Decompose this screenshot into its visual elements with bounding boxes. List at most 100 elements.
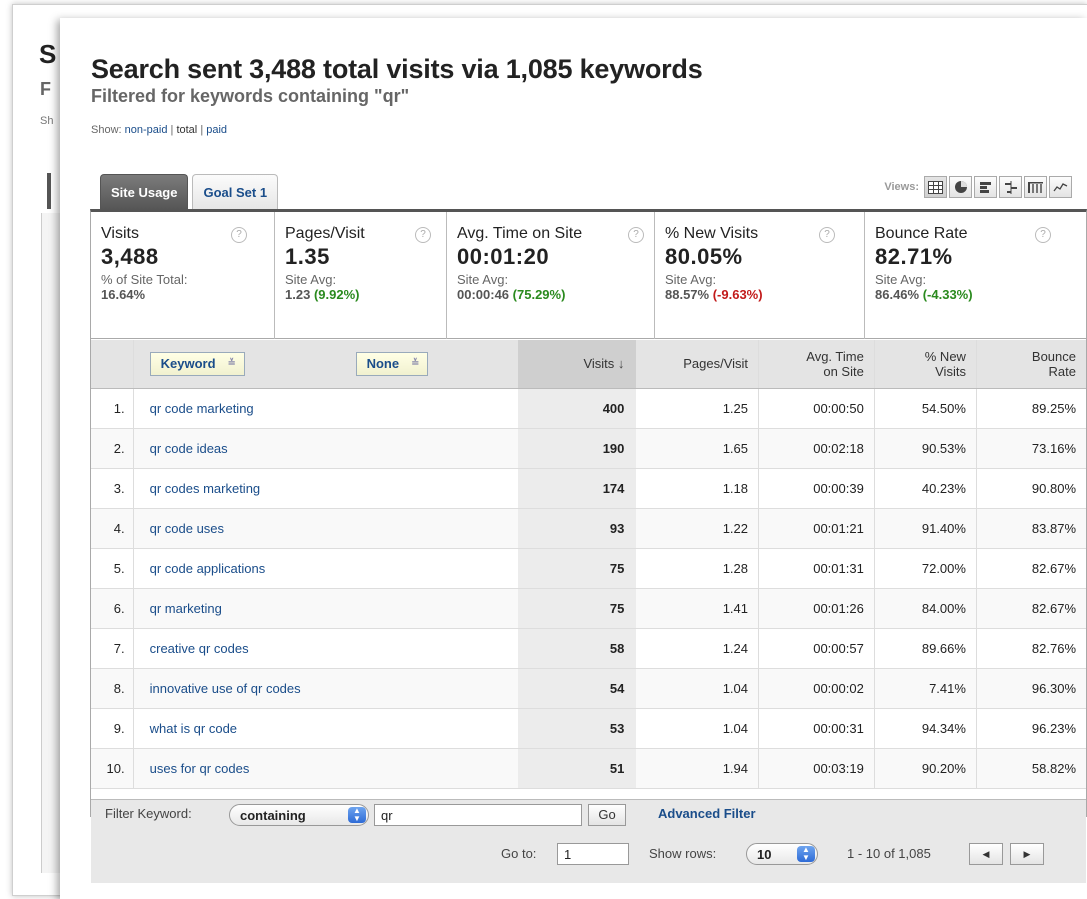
visits-cell: 75 bbox=[518, 588, 637, 629]
chevron-left-icon: ◀ bbox=[982, 849, 990, 859]
table-footer: Filter Keyword: containing ▲ ▼ qr Go Adva… bbox=[91, 799, 1086, 883]
help-icon[interactable]: ? bbox=[1035, 227, 1051, 243]
advanced-filter-link[interactable]: Advanced Filter bbox=[658, 806, 756, 821]
table-row: 4. qr code uses 93 1.22 00:01:21 91.40% 83.87% bbox=[91, 508, 1086, 549]
keyword-link[interactable]: qr code applications bbox=[150, 561, 266, 576]
performance-view-button[interactable] bbox=[974, 176, 997, 198]
show-non-paid-link[interactable]: non-paid bbox=[125, 124, 168, 136]
metric-delta: (9.92%) bbox=[313, 287, 360, 302]
help-icon[interactable]: ? bbox=[231, 227, 247, 243]
background-subtitle-fragment: F bbox=[40, 79, 51, 99]
metric-average-value: 86.46% bbox=[875, 287, 920, 302]
metric-avg-time[interactable]: Avg. Time on Site 00:01:20 Site Avg: 00:… bbox=[447, 212, 655, 339]
keyword-link[interactable]: qr marketing bbox=[150, 601, 222, 616]
sparkline-view-button[interactable] bbox=[1049, 176, 1072, 198]
table-view-button[interactable] bbox=[924, 176, 947, 198]
show-rows-select[interactable]: 10 ▲ ▼ bbox=[746, 843, 818, 865]
avg-time-cell: 00:01:31 bbox=[758, 548, 875, 589]
avg-time-column-header[interactable]: Avg. Time on Site bbox=[758, 340, 875, 389]
goto-page-input[interactable]: 1 bbox=[557, 843, 629, 865]
metrics-scorecard: Visits 3,488 % of Site Total: 16.64% ? P… bbox=[91, 212, 1086, 339]
help-icon[interactable]: ? bbox=[628, 227, 644, 243]
next-page-button[interactable]: ▶ bbox=[1010, 843, 1044, 865]
keyword-cell: uses for qr codes bbox=[133, 748, 519, 789]
pages-visit-cell: 1.24 bbox=[636, 628, 760, 669]
show-rows-label: Show rows: bbox=[649, 846, 717, 861]
pivot-view-button[interactable] bbox=[1024, 176, 1047, 198]
new-visits-cell: 40.23% bbox=[874, 468, 977, 509]
metric-pages-visit[interactable]: Pages/Visit 1.35 Site Avg: 1.23 (9.92%) … bbox=[275, 212, 447, 339]
tab-goal-set-1[interactable]: Goal Set 1 bbox=[192, 174, 279, 210]
keyword-cell: creative qr codes bbox=[133, 628, 519, 669]
new-visits-cell: 94.34% bbox=[874, 708, 977, 749]
table-row: 7. creative qr codes 58 1.24 00:00:57 89.66% 8… bbox=[91, 628, 1086, 669]
row-index: 2. bbox=[91, 428, 134, 469]
table-header-row: Keyword ≚ None ≚ Visits ↓ Pages/Visit Avg.… bbox=[91, 340, 1086, 389]
keyword-link[interactable]: what is qr code bbox=[150, 721, 237, 736]
header-line: on Site bbox=[823, 363, 864, 379]
show-paid-link[interactable]: paid bbox=[206, 124, 227, 136]
pages-visit-cell: 1.94 bbox=[636, 748, 760, 789]
metric-delta: (-9.63%) bbox=[712, 287, 763, 302]
avg-time-cell: 00:00:02 bbox=[758, 668, 875, 709]
comparison-view-button[interactable] bbox=[999, 176, 1022, 198]
row-index: 8. bbox=[91, 668, 134, 709]
show-filter: Show: non-paid | total | paid bbox=[91, 124, 227, 136]
new-visits-cell: 72.00% bbox=[874, 548, 977, 589]
header-line: % New bbox=[924, 348, 966, 364]
metric-value: 00:01:20 bbox=[457, 244, 550, 269]
row-index: 1. bbox=[91, 388, 134, 429]
keyword-table: Keyword ≚ None ≚ Visits ↓ Pages/Visit Avg.… bbox=[91, 340, 1086, 789]
visits-column-header[interactable]: Visits ↓ bbox=[518, 340, 637, 389]
select-spinner-icon: ▲ ▼ bbox=[797, 846, 815, 862]
pages-visit-column-header[interactable]: Pages/Visit bbox=[636, 340, 760, 389]
tab-site-usage[interactable]: Site Usage bbox=[100, 174, 189, 210]
new-visits-cell: 84.00% bbox=[874, 588, 977, 629]
primary-dimension-label: Keyword bbox=[160, 356, 216, 372]
avg-time-cell: 00:01:26 bbox=[758, 588, 875, 629]
metric-visits[interactable]: Visits 3,488 % of Site Total: 16.64% ? bbox=[91, 212, 275, 339]
filter-mode-value: containing bbox=[240, 808, 306, 823]
keyword-link[interactable]: qr code ideas bbox=[150, 441, 228, 456]
help-icon[interactable]: ? bbox=[819, 227, 835, 243]
metric-bounce-rate[interactable]: Bounce Rate 82.71% Site Avg: 86.46% (-4.… bbox=[865, 212, 1086, 339]
pages-visit-cell: 1.28 bbox=[636, 548, 760, 589]
table-row: 8. innovative use of qr codes 54 1.04 00:00:… bbox=[91, 668, 1086, 709]
keyword-link[interactable]: uses for qr codes bbox=[150, 761, 250, 776]
secondary-dimension-select[interactable]: None ≚ bbox=[355, 351, 429, 376]
row-index: 7. bbox=[91, 628, 134, 669]
metric-average: 1.23 (9.92%) bbox=[285, 287, 446, 302]
show-total-current: total bbox=[176, 124, 198, 136]
index-header bbox=[91, 340, 134, 389]
new-visits-column-header[interactable]: % New Visits bbox=[874, 340, 977, 389]
header-line: Avg. Time bbox=[806, 348, 864, 364]
pages-visit-cell: 1.04 bbox=[636, 668, 760, 709]
new-visits-cell: 90.20% bbox=[874, 748, 977, 789]
filter-text-input[interactable]: qr bbox=[374, 804, 582, 826]
prev-page-button[interactable]: ◀ bbox=[969, 843, 1003, 865]
go-button[interactable]: Go bbox=[588, 804, 626, 826]
keyword-link[interactable]: qr codes marketing bbox=[150, 481, 261, 496]
pie-view-button[interactable] bbox=[949, 176, 972, 198]
bounce-rate-column-header[interactable]: Bounce Rate bbox=[976, 340, 1086, 389]
metric-new-visits[interactable]: % New Visits 80.05% Site Avg: 88.57% (-9… bbox=[655, 212, 865, 339]
visits-cell: 53 bbox=[518, 708, 637, 749]
avg-time-cell: 00:02:18 bbox=[758, 428, 875, 469]
primary-dimension-select[interactable]: Keyword ≚ bbox=[149, 351, 245, 376]
visits-cell: 58 bbox=[518, 628, 637, 669]
keyword-cell: qr code uses bbox=[133, 508, 519, 549]
background-title-fragment: S bbox=[39, 39, 57, 69]
keyword-link[interactable]: creative qr codes bbox=[150, 641, 249, 656]
show-rows-value: 10 bbox=[757, 847, 772, 862]
help-icon[interactable]: ? bbox=[415, 227, 431, 243]
keyword-link[interactable]: qr code uses bbox=[150, 521, 224, 536]
filter-mode-select[interactable]: containing ▲ ▼ bbox=[229, 804, 369, 826]
metric-average: 00:00:46 (75.29%) bbox=[457, 287, 654, 302]
sparkline-icon bbox=[1053, 183, 1068, 192]
keyword-cell: qr code applications bbox=[133, 548, 519, 589]
keyword-link[interactable]: qr code marketing bbox=[150, 401, 254, 416]
table-row: 1. qr code marketing 400 1.25 00:00:50 54.50%… bbox=[91, 388, 1086, 429]
keyword-link[interactable]: innovative use of qr codes bbox=[150, 681, 301, 696]
header-line: Bounce bbox=[1031, 348, 1076, 364]
metric-average-value: 88.57% bbox=[665, 287, 710, 302]
